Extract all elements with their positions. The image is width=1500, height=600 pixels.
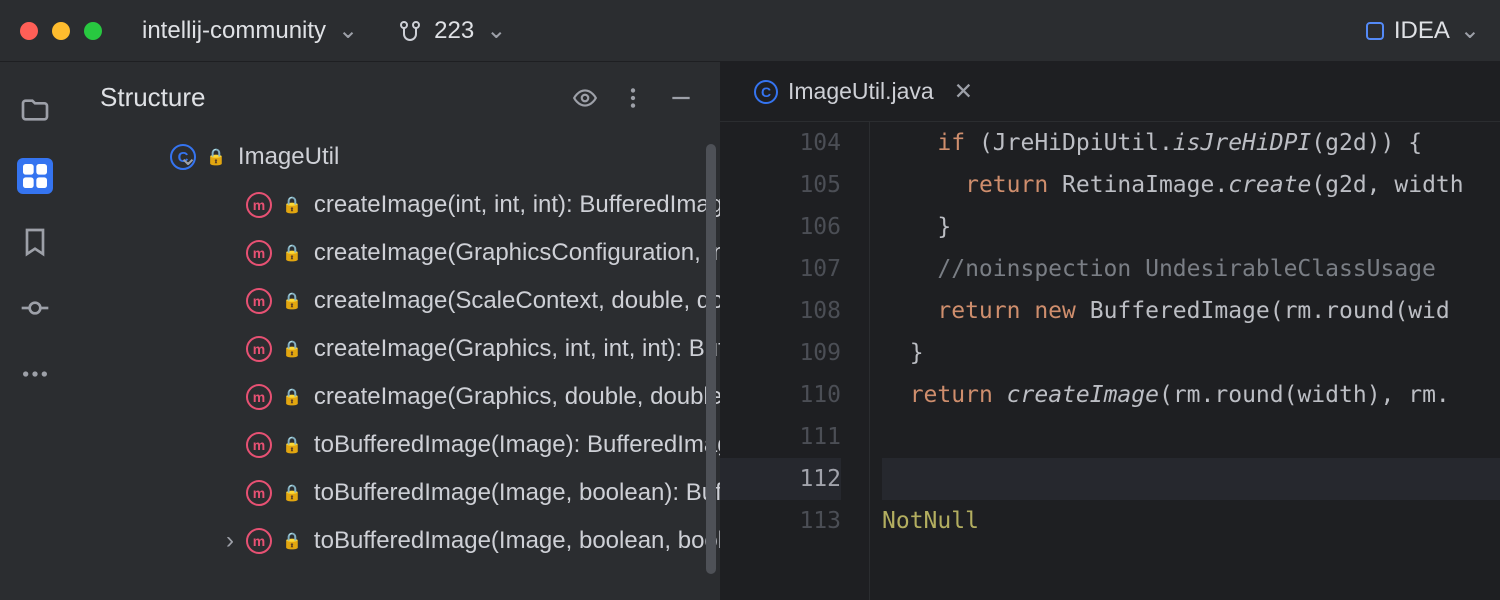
- more-tools-icon[interactable]: [17, 356, 53, 392]
- tree-node-class[interactable]: ⌄ C 🔒 ImageUtil: [70, 133, 720, 181]
- lock-icon: 🔒: [282, 195, 302, 215]
- code-line[interactable]: //noinspection UndesirableClassUsage: [882, 248, 1500, 290]
- line-number: 104: [720, 122, 841, 164]
- chevron-down-icon: ⌄: [486, 16, 506, 45]
- project-dropdown[interactable]: intellij-community ⌄: [142, 16, 358, 45]
- lock-icon: 🔒: [282, 339, 302, 359]
- close-tab-icon[interactable]: ✕: [954, 78, 973, 105]
- vcs-count: 223: [434, 17, 474, 45]
- class-icon: C: [754, 80, 778, 104]
- code-line[interactable]: }: [882, 206, 1500, 248]
- tree-node-method[interactable]: m 🔒 toBufferedImage(Image, boolean): Buffe…: [70, 469, 720, 517]
- chevron-down-icon: ⌄: [1460, 16, 1480, 45]
- method-icon: m: [246, 432, 272, 458]
- lock-icon: 🔒: [282, 483, 302, 503]
- line-number: 109: [720, 332, 841, 374]
- tree-node-method[interactable]: m 🔒 toBufferedImage(Image): BufferedImage: [70, 421, 720, 469]
- line-number: 106: [720, 206, 841, 248]
- show-options-icon[interactable]: [572, 85, 598, 111]
- tree-node-method[interactable]: m 🔒 createImage(Graphics, int, int, int): …: [70, 325, 720, 373]
- lock-icon: 🔒: [206, 147, 226, 167]
- method-icon: m: [246, 192, 272, 218]
- scrollbar-thumb[interactable]: [706, 144, 716, 574]
- code-line[interactable]: return createImage(rm.round(width), rm.: [882, 374, 1500, 416]
- code-line[interactable]: }: [882, 332, 1500, 374]
- chevron-right-icon[interactable]: ›: [220, 527, 240, 555]
- method-icon: m: [246, 336, 272, 362]
- line-number: 113: [720, 500, 841, 542]
- code-line[interactable]: if (JreHiDpiUtil.isJreHiDPI(g2d)) {: [882, 122, 1500, 164]
- method-icon: m: [246, 288, 272, 314]
- structure-panel: Structure ⌄ C 🔒 ImageUtil m🔒createI: [70, 62, 720, 600]
- vcs-branch-dropdown[interactable]: 223 ⌄: [398, 16, 506, 45]
- tree-node-method[interactable]: m 🔒 createImage(GraphicsConfiguration, int…: [70, 229, 720, 277]
- panel-title: Structure: [100, 82, 572, 113]
- ide-name: IDEA: [1394, 17, 1450, 45]
- tab-filename: ImageUtil.java: [788, 78, 934, 105]
- code-line[interactable]: [882, 416, 1500, 458]
- method-signature: createImage(ScaleContext, double, double…: [314, 287, 720, 315]
- commit-tool-icon[interactable]: [17, 290, 53, 326]
- method-icon: m: [246, 528, 272, 554]
- method-signature: createImage(Graphics, int, int, int): Bu…: [314, 335, 720, 363]
- code-line[interactable]: return new BufferedImage(rm.round(wid: [882, 290, 1500, 332]
- method-signature: createImage(GraphicsConfiguration, int, …: [314, 239, 720, 267]
- ide-icon: [1366, 22, 1384, 40]
- gutter: 104105106107108109110111112113: [720, 122, 870, 600]
- lock-icon: 🔒: [282, 435, 302, 455]
- code-line[interactable]: NotNull: [882, 500, 1500, 542]
- editor-tab[interactable]: C ImageUtil.java ✕: [748, 78, 979, 105]
- tree-node-method[interactable]: m 🔒 createImage(Graphics, double, double, …: [70, 373, 720, 421]
- lock-icon: 🔒: [282, 291, 302, 311]
- class-name: ImageUtil: [238, 143, 339, 171]
- tree-node-method[interactable]: ›m 🔒 toBufferedImage(Image, boolean, boole…: [70, 517, 720, 565]
- ide-dropdown[interactable]: IDEA ⌄: [1366, 16, 1480, 45]
- line-number: 107: [720, 248, 841, 290]
- maximize-window-icon[interactable]: [84, 22, 102, 40]
- bookmarks-tool-icon[interactable]: [17, 224, 53, 260]
- code-line[interactable]: return RetinaImage.create(g2d, width: [882, 164, 1500, 206]
- method-icon: m: [246, 480, 272, 506]
- chevron-down-icon[interactable]: ⌄: [178, 143, 198, 172]
- method-signature: createImage(Graphics, double, double, in…: [314, 383, 720, 411]
- method-icon: m: [246, 384, 272, 410]
- tree-node-method[interactable]: m 🔒 createImage(ScaleContext, double, doub…: [70, 277, 720, 325]
- minimize-panel-icon[interactable]: [668, 85, 694, 111]
- project-name: intellij-community: [142, 17, 326, 45]
- method-signature: toBufferedImage(Image, boolean, boolean)…: [314, 527, 720, 555]
- lock-icon: 🔒: [282, 531, 302, 551]
- editor-tabs: C ImageUtil.java ✕: [720, 62, 1500, 122]
- line-number: 110: [720, 374, 841, 416]
- window-controls: [20, 22, 102, 40]
- code-area[interactable]: 104105106107108109110111112113 if (JreHi…: [720, 122, 1500, 600]
- titlebar: intellij-community ⌄ 223 ⌄ IDEA ⌄: [0, 0, 1500, 62]
- left-toolbar: [0, 62, 70, 600]
- method-signature: createImage(int, int, int): BufferedImag…: [314, 191, 720, 219]
- line-number: 105: [720, 164, 841, 206]
- code-lines[interactable]: if (JreHiDpiUtil.isJreHiDPI(g2d)) { retu…: [870, 122, 1500, 600]
- method-icon: m: [246, 240, 272, 266]
- structure-tree: ⌄ C 🔒 ImageUtil m 🔒 createImage(int, int, …: [70, 125, 720, 573]
- kebab-menu-icon[interactable]: [620, 85, 646, 111]
- lock-icon: 🔒: [282, 387, 302, 407]
- tree-node-method[interactable]: m 🔒 createImage(int, int, int): BufferedIm…: [70, 181, 720, 229]
- chevron-down-icon: ⌄: [338, 16, 358, 45]
- editor: C ImageUtil.java ✕ 104105106107108109110…: [720, 62, 1500, 600]
- branch-icon: [398, 19, 422, 43]
- code-line[interactable]: [882, 458, 1500, 500]
- method-signature: toBufferedImage(Image, boolean): Buffere…: [314, 479, 720, 507]
- structure-tool-icon[interactable]: [17, 158, 53, 194]
- lock-icon: 🔒: [282, 243, 302, 263]
- line-number: 112: [720, 458, 841, 500]
- line-number: 108: [720, 290, 841, 332]
- method-signature: toBufferedImage(Image): BufferedImage: [314, 431, 720, 459]
- minimize-window-icon[interactable]: [52, 22, 70, 40]
- project-tool-icon[interactable]: [17, 92, 53, 128]
- line-number: 111: [720, 416, 841, 458]
- close-window-icon[interactable]: [20, 22, 38, 40]
